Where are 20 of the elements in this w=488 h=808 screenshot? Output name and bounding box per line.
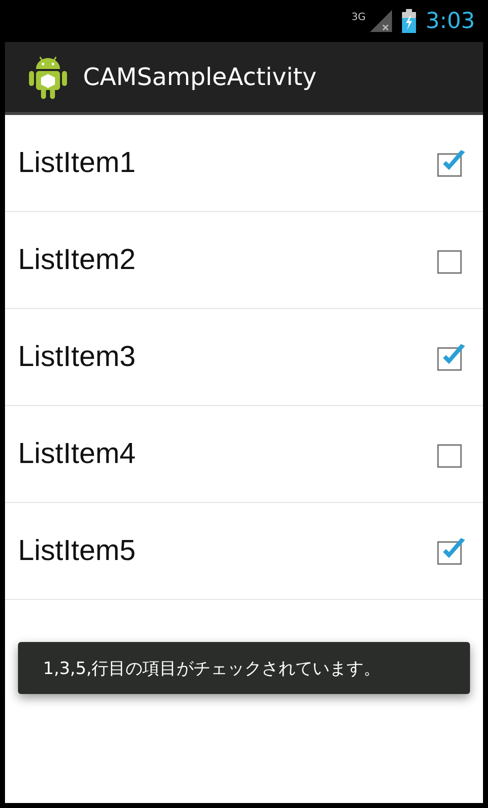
signal-icon — [370, 10, 392, 32]
item-label: ListItem1 — [18, 146, 136, 180]
android-robot-icon — [29, 55, 67, 99]
item-label: ListItem4 — [18, 438, 136, 470]
item-label: ListItem2 — [18, 244, 136, 276]
item-label: ListItem3 — [18, 340, 136, 374]
clock-time: 3:03 — [426, 8, 475, 34]
list-item[interactable]: ListItem4 — [5, 406, 483, 503]
list-item[interactable]: ListItem1 — [5, 115, 483, 212]
toast-message: 1,3,5,行目の項目がチェックされています。 — [18, 642, 470, 694]
checkbox[interactable] — [437, 149, 467, 177]
checkbox[interactable] — [437, 343, 467, 371]
item-label: ListItem5 — [18, 534, 136, 568]
checkbox[interactable] — [437, 537, 467, 565]
list-item[interactable]: ListItem2 — [5, 212, 483, 309]
list-item[interactable]: ListItem3 — [5, 309, 483, 406]
battery-icon — [402, 9, 416, 33]
list-item[interactable]: ListItem5 — [5, 503, 483, 600]
network-label: 3G — [351, 12, 366, 23]
app-title: CAMSampleActivity — [83, 63, 317, 91]
